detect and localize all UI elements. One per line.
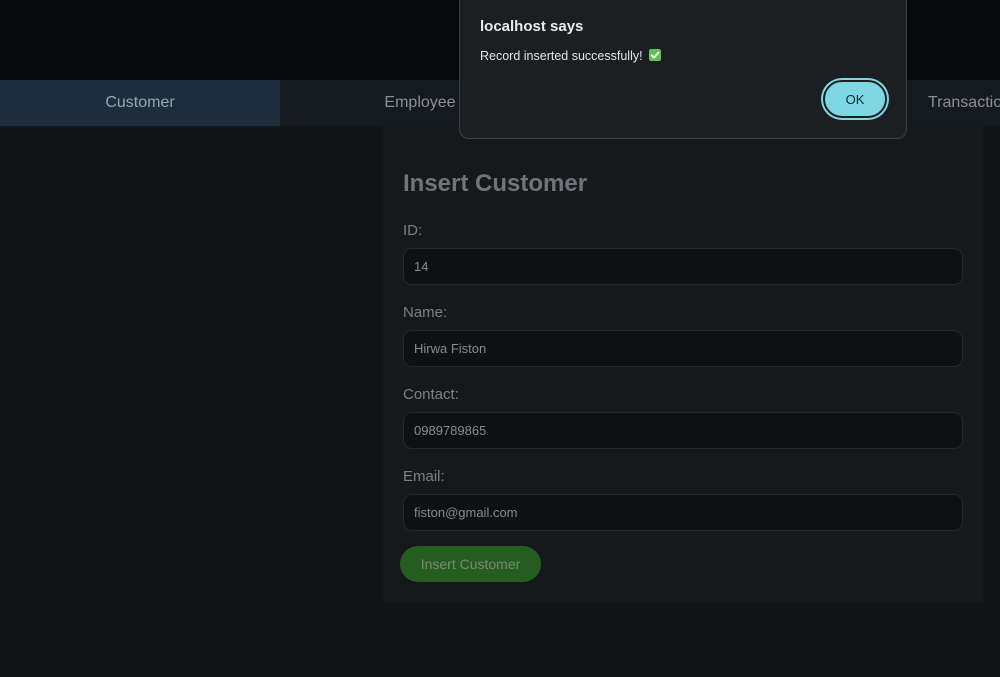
- insert-customer-button[interactable]: Insert Customer: [400, 546, 541, 582]
- contact-label: Contact:: [403, 386, 459, 403]
- dialog-message: Record inserted successfully!: [480, 49, 661, 63]
- email-label: Email:: [403, 468, 445, 485]
- form-title: Insert Customer: [403, 170, 588, 197]
- tab-customer[interactable]: Customer: [0, 80, 280, 126]
- check-mark-icon: [648, 49, 661, 61]
- email-input[interactable]: [403, 494, 963, 531]
- name-label: Name:: [403, 304, 448, 321]
- dialog-title: localhost says: [480, 18, 584, 35]
- dialog-message-text: Record inserted successfully!: [480, 49, 643, 63]
- id-input[interactable]: [403, 248, 963, 285]
- ok-button[interactable]: OK: [823, 80, 887, 118]
- alert-dialog: localhost says Record inserted successfu…: [459, 0, 907, 139]
- insert-customer-form: Insert Customer ID: Name: Contact: Email…: [383, 126, 983, 602]
- name-input[interactable]: [403, 330, 963, 367]
- contact-input[interactable]: [403, 412, 963, 449]
- id-label: ID:: [403, 222, 423, 239]
